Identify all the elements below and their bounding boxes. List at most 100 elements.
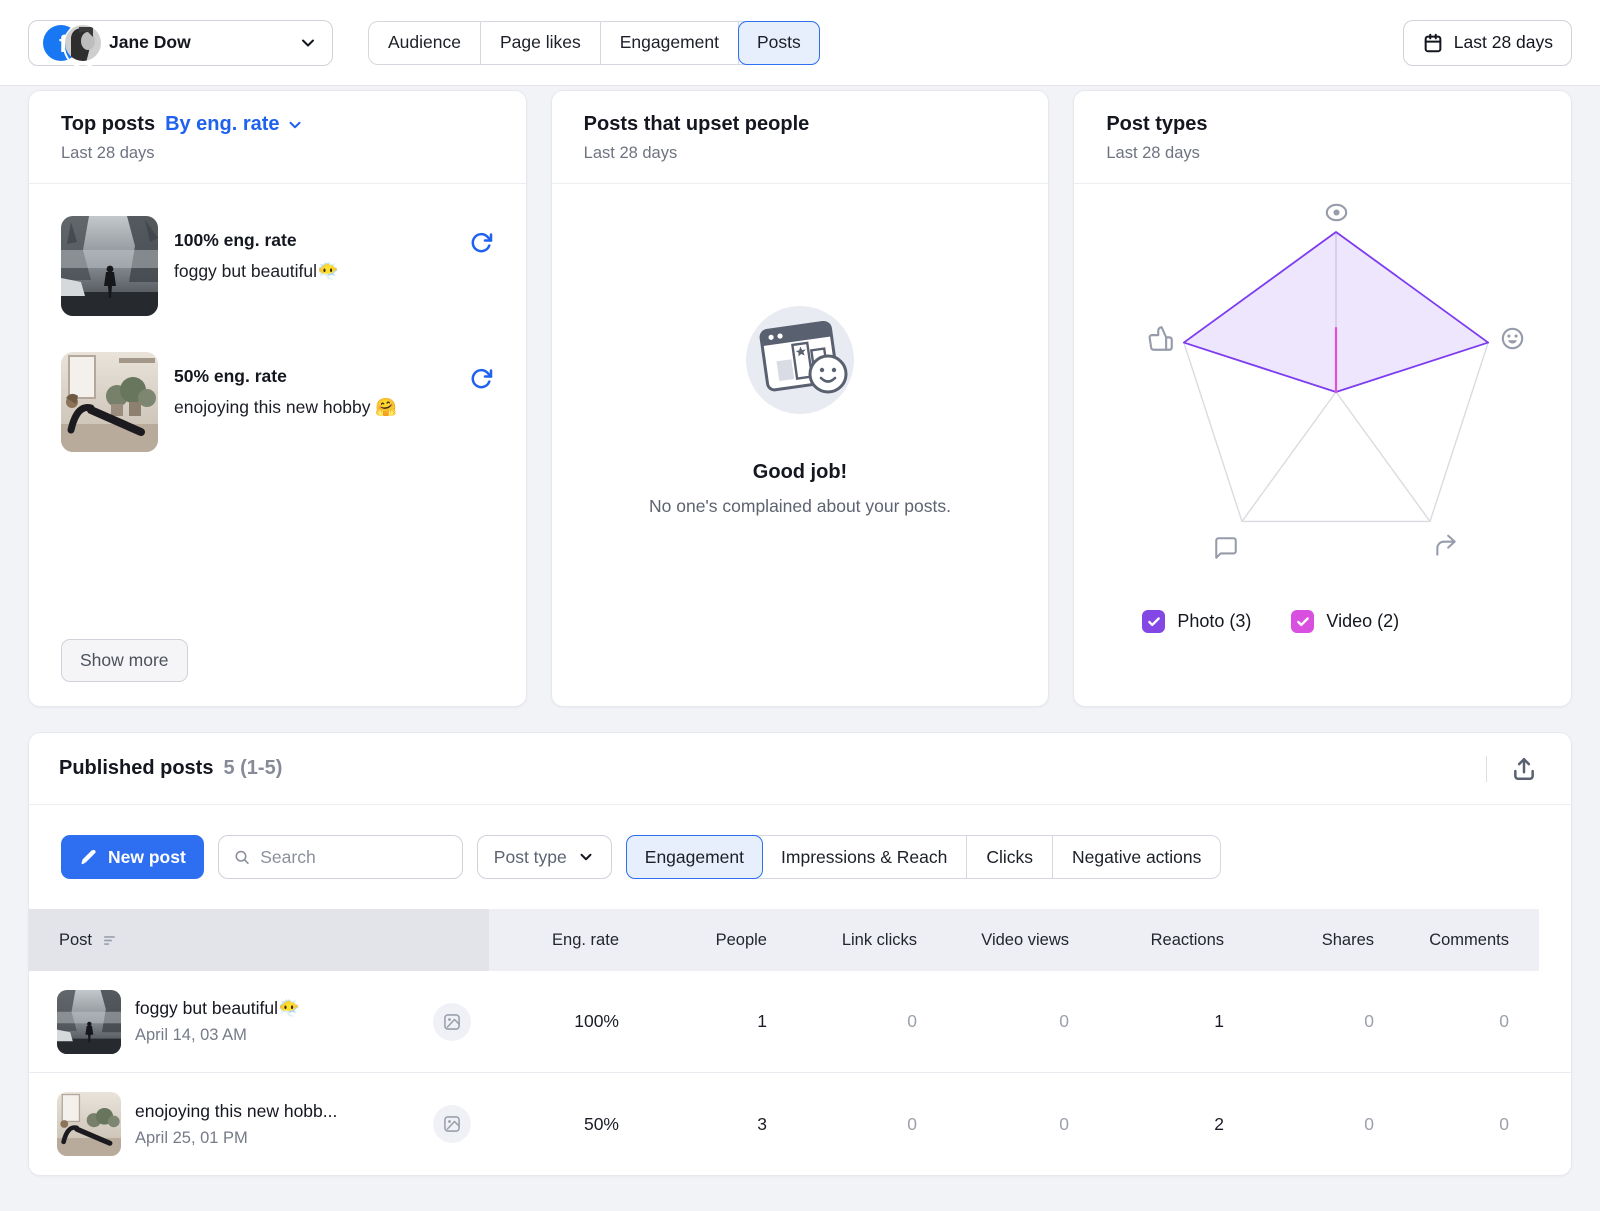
column-header-eng-rate: Eng. rate (489, 909, 619, 971)
post-types-subtitle: Last 28 days (1106, 144, 1539, 163)
cell-comments: 0 (1374, 971, 1539, 1072)
photo-type-icon (433, 1003, 471, 1041)
top-post-caption: foggy but beautiful😶‍🌫️ (174, 261, 453, 282)
filter-tab-engagement[interactable]: Engagement (626, 835, 763, 879)
column-header-link-clicks: Link clicks (767, 909, 917, 971)
published-posts-card: Published posts 5 (1-5) New post (28, 732, 1572, 1176)
filter-tab-negative-actions[interactable]: Negative actions (1053, 836, 1220, 878)
metric-filter-tabs: Engagement Impressions & Reach Clicks Ne… (626, 835, 1222, 879)
column-header-post[interactable]: Post (29, 909, 489, 971)
share-arrow-icon (1432, 532, 1460, 560)
column-header-comments: Comments (1374, 909, 1539, 971)
refresh-icon[interactable] (469, 352, 494, 452)
divider (1486, 756, 1487, 782)
sort-label: By eng. rate (165, 113, 279, 136)
top-posts-sort-dropdown[interactable]: By eng. rate (165, 113, 303, 136)
filter-tab-clicks[interactable]: Clicks (967, 836, 1053, 878)
top-post-text: 50% eng. rate enojoying this new hobby 🤗 (174, 352, 453, 452)
checkbox-checked-icon (1291, 610, 1314, 633)
post-types-body: Photo (3) Video (2) (1074, 184, 1571, 706)
chevron-down-icon (286, 116, 304, 134)
table-header-row: Post Eng. rate People Link clicks Video … (29, 909, 1571, 971)
tab-posts[interactable]: Posts (738, 21, 820, 65)
photo-type-icon (433, 1105, 471, 1143)
good-job-illustration (736, 296, 864, 429)
post-info: enojoying this new hobb... April 25, 01 … (135, 1101, 337, 1148)
tab-audience[interactable]: Audience (369, 22, 481, 64)
column-header-people: People (619, 909, 767, 971)
post-caption: enojoying this new hobb... (135, 1101, 337, 1122)
cell-video-views: 0 (917, 971, 1069, 1072)
top-post-rate: 100% eng. rate (174, 230, 453, 251)
date-range-button[interactable]: Last 28 days (1403, 20, 1572, 66)
cell-reactions: 1 (1069, 971, 1224, 1072)
post-cell: enojoying this new hobb... April 25, 01 … (29, 1073, 489, 1175)
cell-link-clicks: 0 (767, 971, 917, 1072)
top-post-caption: enojoying this new hobby 🤗 (174, 397, 453, 418)
post-thumbnail-foggy (57, 990, 121, 1054)
post-thumbnail-foggy (61, 216, 158, 316)
post-cell: foggy but beautiful😶‍🌫️ April 14, 03 AM (29, 971, 489, 1072)
tab-engagement[interactable]: Engagement (601, 22, 739, 64)
cell-link-clicks: 0 (767, 1073, 917, 1175)
post-type-dropdown[interactable]: Post type (477, 835, 612, 879)
date-range-label: Last 28 days (1454, 32, 1553, 53)
export-button[interactable] (1507, 752, 1541, 786)
table-row[interactable]: foggy but beautiful😶‍🌫️ April 14, 03 AM … (29, 971, 1571, 1073)
topbar: f Jane Dow Audience Page likes Engagemen… (0, 0, 1600, 86)
column-header-shares: Shares (1224, 909, 1374, 971)
column-header-video-views: Video views (917, 909, 1069, 971)
refresh-icon[interactable] (469, 216, 494, 316)
post-date: April 14, 03 AM (135, 1026, 300, 1045)
chevron-down-icon (298, 33, 318, 53)
upset-posts-card: Posts that upset people Last 28 days (551, 90, 1050, 707)
legend-label: Video (2) (1326, 611, 1399, 632)
upset-posts-header: Posts that upset people Last 28 days (552, 91, 1049, 184)
legend-label: Photo (3) (1177, 611, 1251, 632)
published-posts-title: Published posts (59, 757, 213, 780)
checkbox-checked-icon (1142, 610, 1165, 633)
post-types-header: Post types Last 28 days (1074, 91, 1571, 184)
comment-icon (1212, 534, 1240, 562)
profile-avatars: f (43, 25, 99, 61)
column-header-reactions: Reactions (1069, 909, 1224, 971)
chevron-down-icon (577, 848, 595, 866)
top-post-text: 100% eng. rate foggy but beautiful😶‍🌫️ (174, 216, 453, 316)
tab-page-likes[interactable]: Page likes (481, 22, 601, 64)
top-posts-card: Top posts By eng. rate Last 28 days (28, 90, 527, 707)
published-posts-count: 5 (1-5) (223, 757, 282, 780)
cell-video-views: 0 (917, 1073, 1069, 1175)
post-caption: foggy but beautiful😶‍🌫️ (135, 998, 300, 1019)
profile-selector[interactable]: f Jane Dow (28, 20, 333, 66)
new-post-button[interactable]: New post (61, 835, 204, 879)
top-posts-title: Top posts (61, 113, 155, 136)
calendar-icon (1422, 32, 1444, 54)
sort-icon (102, 932, 119, 949)
upset-posts-subtitle: Last 28 days (584, 144, 1017, 163)
post-types-title: Post types (1106, 113, 1207, 136)
search-input-wrapper (218, 835, 463, 879)
cell-shares: 0 (1224, 1073, 1374, 1175)
table-row[interactable]: enojoying this new hobb... April 25, 01 … (29, 1073, 1571, 1175)
pencil-icon (79, 848, 98, 867)
cell-people: 1 (619, 971, 767, 1072)
profile-name: Jane Dow (109, 32, 288, 53)
legend-item-video[interactable]: Video (2) (1291, 610, 1399, 633)
summary-cards: Top posts By eng. rate Last 28 days (28, 90, 1572, 707)
show-more-button[interactable]: Show more (61, 639, 188, 682)
empty-state-title: Good job! (753, 461, 847, 484)
post-type-label: Post type (494, 847, 567, 868)
legend-item-photo[interactable]: Photo (3) (1142, 610, 1251, 633)
cell-eng-rate: 100% (489, 971, 619, 1072)
post-thumbnail-yoga (61, 352, 158, 452)
main-content: Top posts By eng. rate Last 28 days (0, 90, 1600, 1176)
filter-tab-impressions-reach[interactable]: Impressions & Reach (762, 836, 967, 878)
top-post-item[interactable]: 100% eng. rate foggy but beautiful😶‍🌫️ (61, 216, 494, 316)
search-icon (233, 847, 250, 867)
upset-posts-title: Posts that upset people (584, 113, 810, 136)
cell-reactions: 2 (1069, 1073, 1224, 1175)
search-input[interactable] (260, 847, 448, 868)
post-thumbnail-yoga (57, 1092, 121, 1156)
eye-icon (1322, 198, 1350, 226)
top-post-item[interactable]: 50% eng. rate enojoying this new hobby 🤗 (61, 352, 494, 452)
